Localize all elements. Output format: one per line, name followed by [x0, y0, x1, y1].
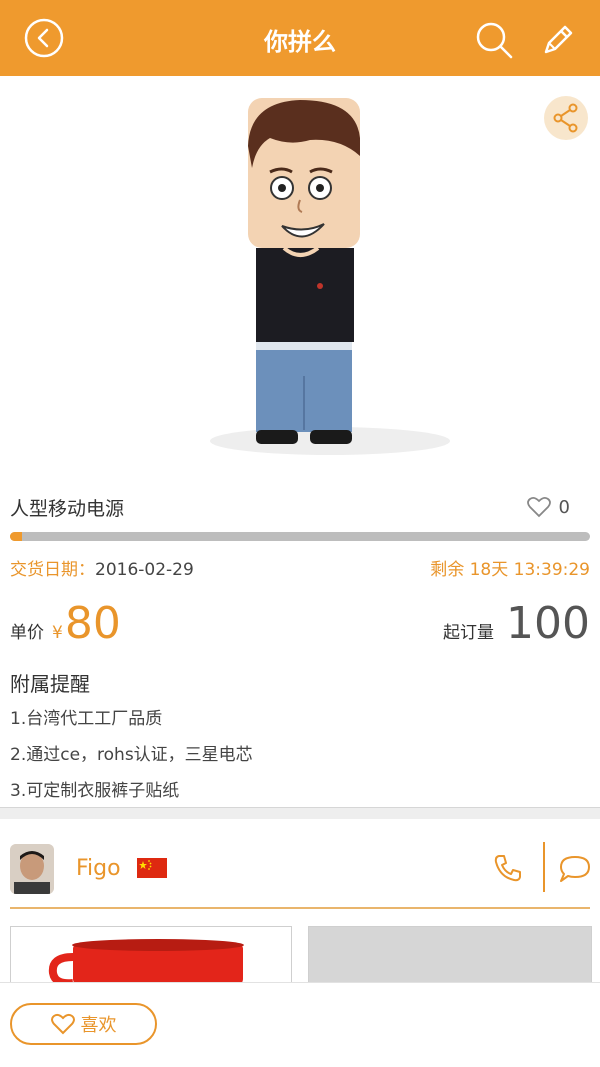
unit-price: 单价 ¥ 80 — [10, 598, 121, 649]
note-item: 2.通过ce，rohs认证，三星电芯 — [10, 745, 253, 765]
group-progress-bar — [10, 532, 590, 541]
share-button[interactable] — [544, 96, 588, 140]
product-title: 人型移动电源 — [10, 498, 125, 520]
avatar[interactable] — [10, 844, 54, 894]
moq-value: 100 — [506, 598, 590, 649]
heart-icon — [526, 496, 551, 518]
avatar-image — [10, 844, 54, 894]
top-bar: 你拼么 — [0, 0, 600, 76]
price-currency: ¥ — [52, 623, 63, 643]
red-mug-image — [48, 939, 244, 988]
remaining-time: 剩余 18天 13:39:29 — [430, 560, 590, 580]
notes-title: 附属提醒 — [10, 672, 90, 696]
section-divider — [0, 807, 600, 819]
phone-icon[interactable] — [492, 852, 524, 884]
moq-label: 起订量 — [443, 623, 495, 643]
progress-fill — [10, 532, 22, 541]
seller-name[interactable]: Figo — [76, 856, 121, 881]
seller-row: Figo — [0, 820, 600, 908]
seller-divider — [10, 907, 590, 909]
delivery-value: 2016-02-29 — [95, 560, 194, 580]
note-item: 1.台湾代工工厂品质 — [10, 709, 163, 729]
product-card[interactable] — [308, 926, 592, 986]
favorite-button[interactable]: 喜欢 — [10, 1003, 157, 1045]
china-flag-icon — [137, 858, 167, 878]
chat-icon[interactable] — [558, 854, 592, 884]
product-figure-image — [210, 98, 450, 455]
delivery-label: 交货日期： — [10, 560, 95, 580]
like-button[interactable]: 0 — [526, 496, 570, 518]
minimum-order: 起订量 100 — [443, 598, 590, 649]
heart-icon — [50, 1013, 75, 1035]
note-item: 3.可定制衣服裤子贴纸 — [10, 781, 180, 801]
like-count: 0 — [558, 496, 570, 518]
favorite-label: 喜欢 — [80, 1015, 117, 1036]
price-value: 80 — [64, 598, 121, 649]
bottom-bar: 喜欢 — [0, 982, 600, 1067]
price-label: 单价 — [10, 623, 44, 643]
search-icon[interactable] — [474, 20, 514, 60]
edit-icon[interactable] — [540, 22, 576, 58]
delivery-date: 交货日期：2016-02-29 — [10, 555, 194, 580]
product-image[interactable] — [0, 76, 600, 486]
action-divider — [543, 842, 545, 892]
share-icon — [553, 103, 578, 133]
product-card[interactable] — [10, 926, 292, 988]
